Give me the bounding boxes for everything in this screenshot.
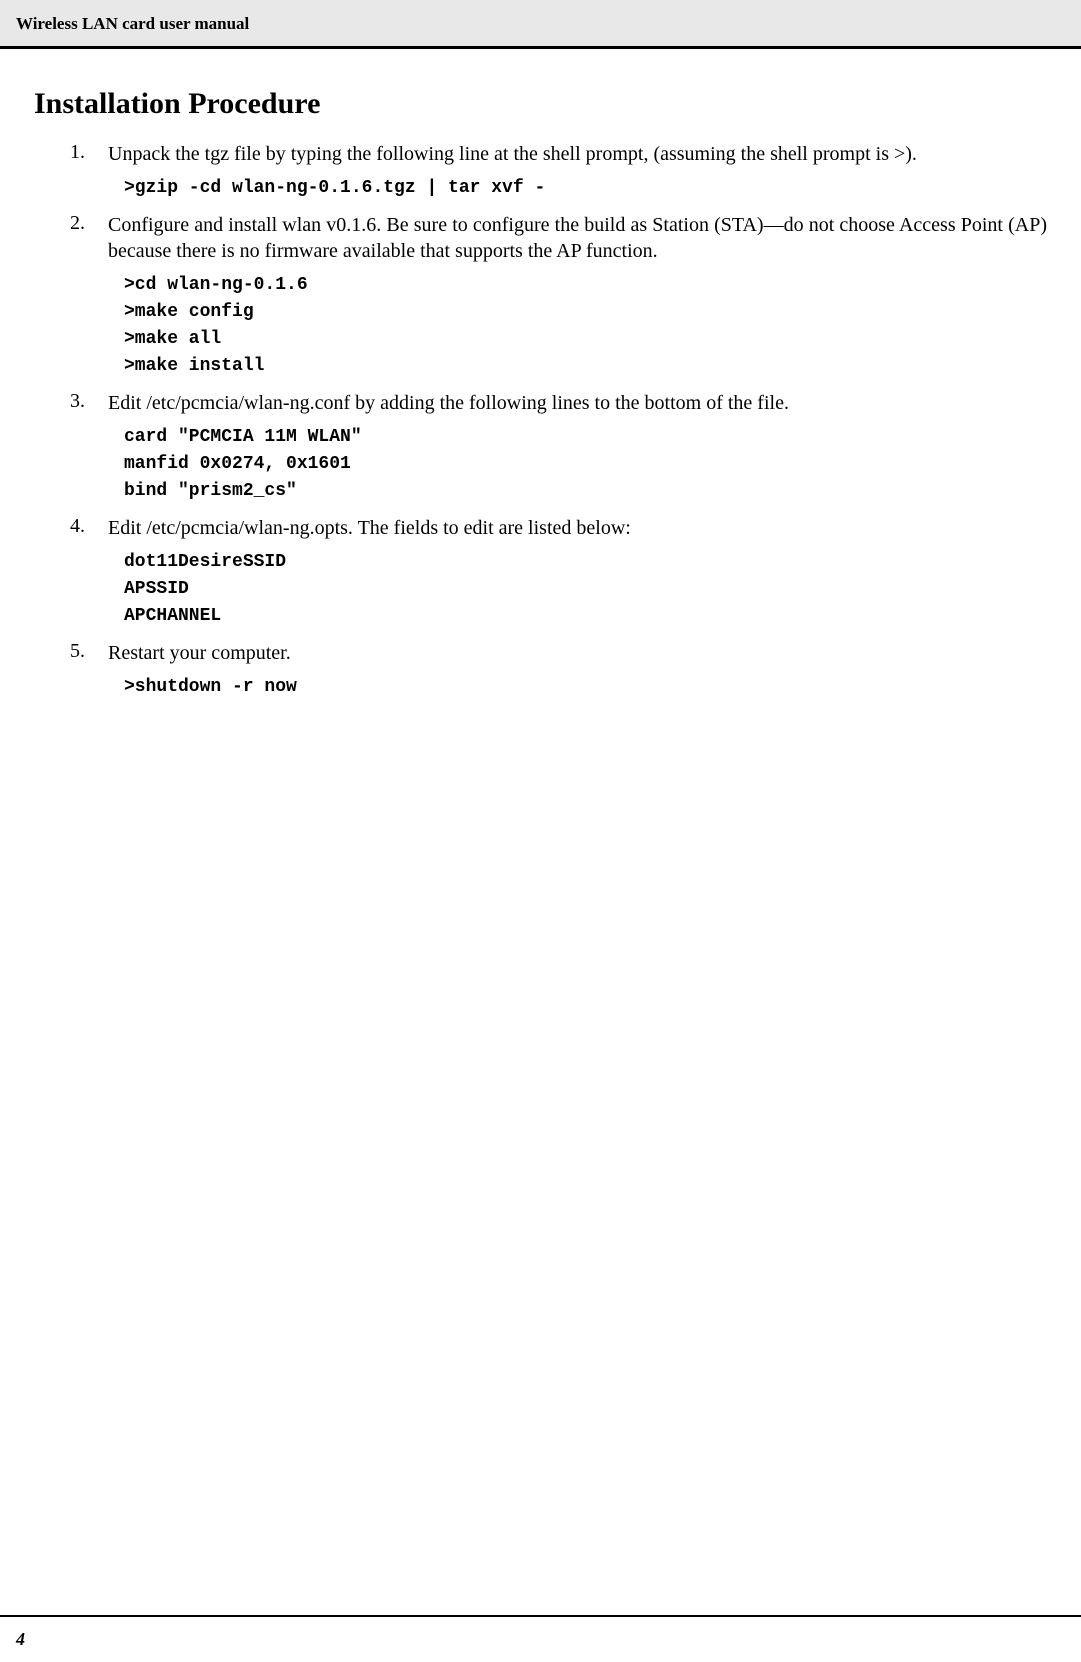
page-footer: 4 xyxy=(0,1615,1081,1662)
step-text: Edit /etc/pcmcia/wlan-ng.opts. The field… xyxy=(108,515,1047,541)
step-text: Edit /etc/pcmcia/wlan-ng.conf by adding … xyxy=(108,390,1047,416)
step-text: Configure and install wlan v0.1.6. Be su… xyxy=(108,212,1047,264)
step-number: 2. xyxy=(70,212,108,235)
step-code: >cd wlan-ng-0.1.6 >make config >make all… xyxy=(124,272,1047,380)
step-4: 4. Edit /etc/pcmcia/wlan-ng.opts. The fi… xyxy=(70,515,1047,630)
installation-steps: 1. Unpack the tgz file by typing the fol… xyxy=(34,141,1047,701)
step-number: 4. xyxy=(70,515,108,538)
step-code: dot11DesireSSID APSSID APCHANNEL xyxy=(124,549,1047,630)
step-text: Unpack the tgz file by typing the follow… xyxy=(108,141,1047,167)
step-number: 3. xyxy=(70,390,108,413)
step-number: 5. xyxy=(70,640,108,663)
step-code: >gzip -cd wlan-ng-0.1.6.tgz | tar xvf - xyxy=(124,175,1047,202)
step-code: >shutdown -r now xyxy=(124,674,1047,701)
step-3: 3. Edit /etc/pcmcia/wlan-ng.conf by addi… xyxy=(70,390,1047,505)
step-code: card "PCMCIA 11M WLAN" manfid 0x0274, 0x… xyxy=(124,424,1047,505)
page-number: 4 xyxy=(16,1629,25,1649)
page-content: Installation Procedure 1. Unpack the tgz… xyxy=(0,49,1081,731)
step-2: 2. Configure and install wlan v0.1.6. Be… xyxy=(70,212,1047,380)
step-1: 1. Unpack the tgz file by typing the fol… xyxy=(70,141,1047,202)
step-text: Restart your computer. xyxy=(108,640,1047,666)
main-heading: Installation Procedure xyxy=(34,87,1047,121)
page-header: Wireless LAN card user manual xyxy=(0,0,1081,49)
step-number: 1. xyxy=(70,141,108,164)
step-5: 5. Restart your computer. >shutdown -r n… xyxy=(70,640,1047,701)
header-title: Wireless LAN card user manual xyxy=(16,14,249,33)
